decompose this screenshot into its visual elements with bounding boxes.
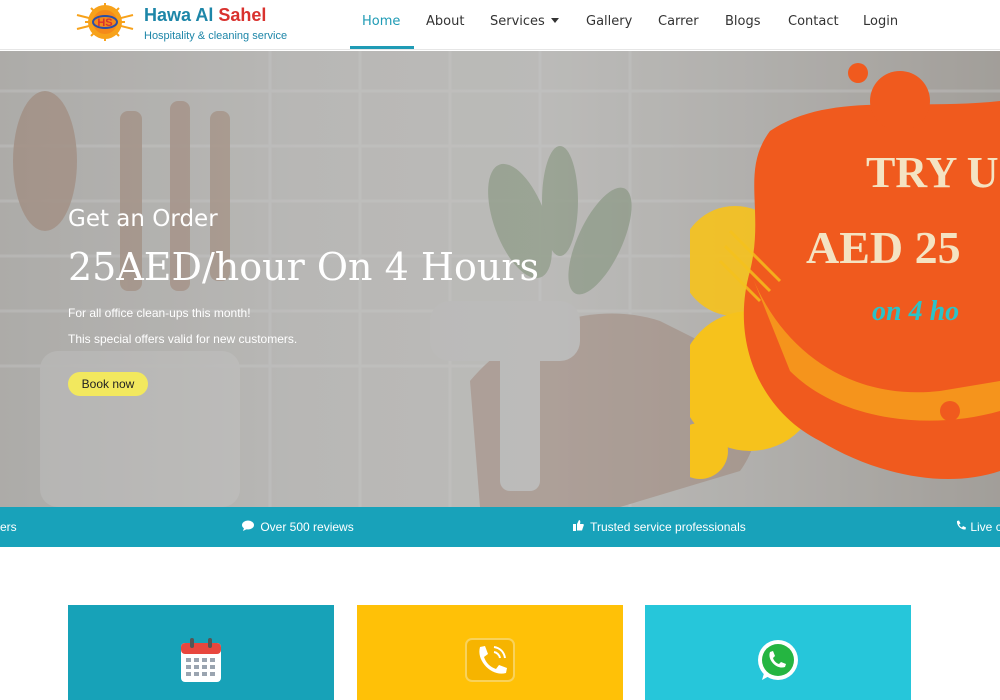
hero-text-line2: This special offers valid for new custom… (68, 332, 298, 346)
nav-login[interactable]: Login (863, 14, 898, 29)
whatsapp-icon (758, 640, 798, 680)
features-ticker: ers Over 500 reviews Trusted service pro… (0, 507, 1000, 547)
nav-home[interactable]: Home (362, 14, 400, 29)
chevron-down-icon (550, 18, 559, 23)
service-card-whatsapp[interactable] (645, 605, 911, 700)
book-now-button[interactable]: Book now (68, 372, 148, 396)
ticker-item-text: Over 500 reviews (260, 520, 354, 534)
hero-title: 25AED/hour On 4 Hours (68, 245, 539, 289)
svg-text:HS: HS (97, 17, 112, 29)
phone-icon (956, 520, 966, 534)
ticker-item-text: Live cu (970, 520, 1000, 534)
brand-tagline: Hospitality & cleaning service (144, 30, 288, 42)
phone-call-icon (465, 638, 515, 682)
nav-gallery[interactable]: Gallery (586, 14, 632, 29)
ticker-item-text: Trusted service professionals (590, 520, 746, 534)
brand-logo-icon[interactable]: HS (72, 3, 138, 41)
ticker-item-text: ers (0, 520, 17, 534)
nav-about[interactable]: About (426, 14, 464, 29)
hero-pretitle: Get an Order (68, 206, 218, 232)
calendar-icon (181, 638, 221, 682)
service-card-call[interactable] (357, 605, 623, 700)
promo-line3: on 4 ho (872, 296, 960, 327)
brand-name-part2: Sahel (218, 5, 267, 25)
promo-line1: TRY US (866, 148, 1000, 197)
thumbs-up-icon (573, 520, 584, 534)
nav-contact[interactable]: Contact (788, 14, 839, 29)
brand-name[interactable]: Hawa Al Sahel (144, 5, 266, 26)
brand-name-part1: Hawa Al (144, 5, 214, 25)
nav-carrer[interactable]: Carrer (658, 14, 699, 29)
navbar: HS Hawa Al Sahel Hospitality & cleaning … (0, 0, 1000, 50)
hero-text-line1: For all office clean-ups this month! (68, 306, 251, 320)
nav-active-indicator (350, 46, 414, 49)
promo-line2: AED 25 (806, 222, 961, 273)
ticker-item: Trusted service professionals (573, 520, 746, 534)
comment-icon (242, 520, 254, 534)
nav-blogs[interactable]: Blogs (725, 14, 761, 29)
ticker-item: Over 500 reviews (242, 520, 354, 534)
ticker-item: Live cu (956, 520, 1000, 534)
nav-services[interactable]: Services (490, 14, 559, 29)
service-card-booking[interactable] (68, 605, 334, 700)
ticker-item: ers (0, 520, 17, 534)
promo-blob-graphic (690, 63, 1000, 480)
nav-services-label: Services (490, 14, 545, 29)
hero-banner: TRY US AED 25 on 4 ho Get an Order 25AED… (0, 51, 1000, 507)
